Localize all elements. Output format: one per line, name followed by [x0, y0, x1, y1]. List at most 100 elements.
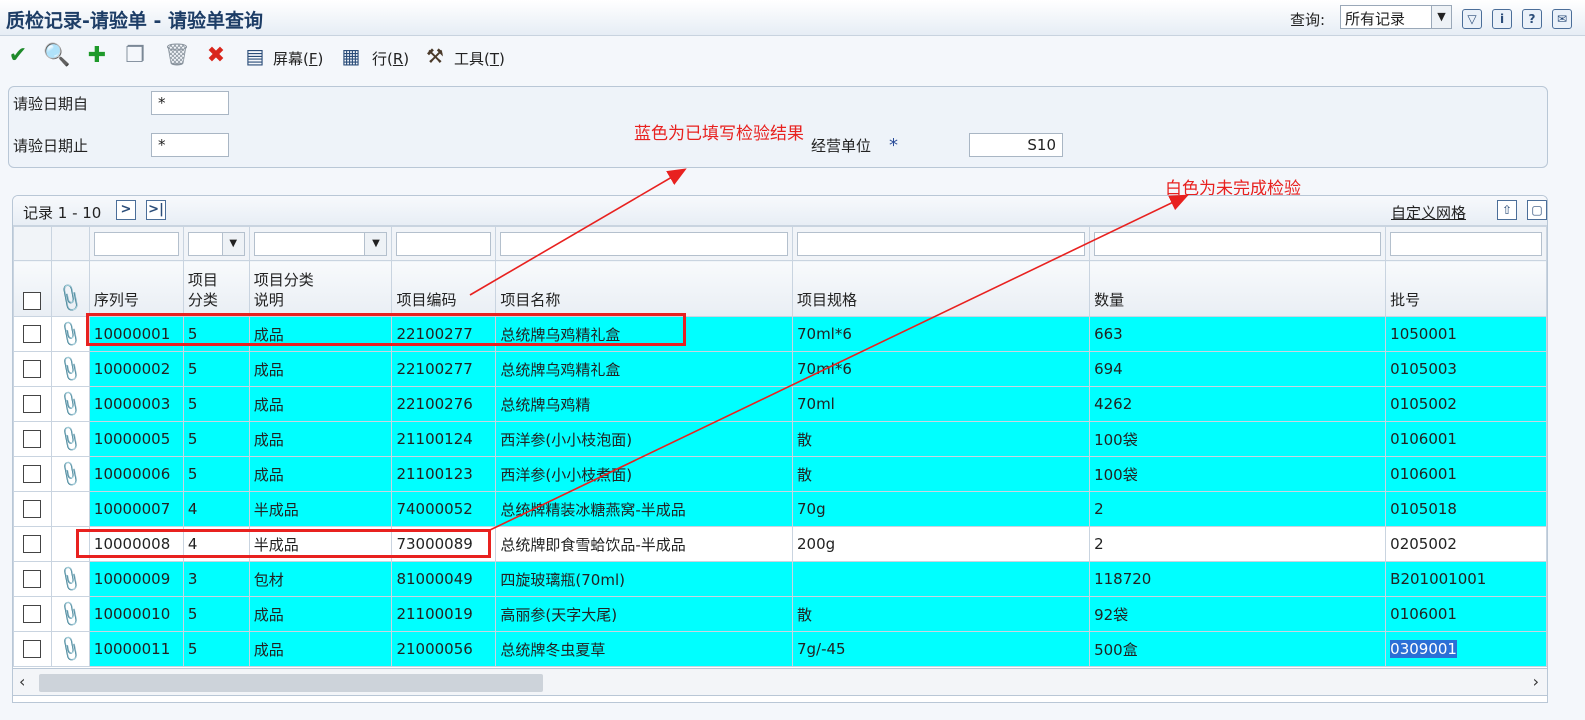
column-header-cat[interactable]: 项目 分类 — [182, 260, 250, 317]
paperclip-icon[interactable]: 📎 — [55, 599, 85, 628]
paperclip-icon[interactable]: 📎 — [55, 634, 85, 663]
table-row[interactable]: 📎 10000009 3 包材 81000049 四旋玻璃瓶(70ml) 118720 B20… — [13, 561, 1547, 597]
column-header-seq[interactable]: 序列号 — [88, 260, 184, 317]
cell-seq[interactable]: 10000005 — [88, 421, 184, 457]
cell-catdesc[interactable]: 成品 — [248, 596, 393, 632]
column-filter-batch[interactable] — [1390, 231, 1542, 256]
cell-code[interactable]: 21000056 — [391, 631, 497, 667]
paperclip-icon[interactable]: 📎 — [55, 564, 85, 593]
column-filter-qty[interactable] — [1094, 231, 1382, 256]
row-icon[interactable]: ▦ — [338, 43, 364, 69]
copy-icon[interactable]: ❐ — [122, 43, 148, 69]
cell-name[interactable]: 四旋玻璃瓶(70ml) — [495, 561, 793, 597]
extra-icon[interactable]: ✉ — [1552, 9, 1572, 29]
trash-icon[interactable]: 🗑 — [163, 43, 191, 69]
cell-spec[interactable]: 200g — [791, 526, 1091, 562]
cell-code[interactable]: 22100277 — [391, 316, 497, 352]
export-icon[interactable]: ⇧ — [1497, 200, 1517, 220]
next-page-icon[interactable]: > — [116, 200, 136, 220]
cell-batch[interactable]: 0106001 — [1385, 456, 1547, 492]
horizontal-scrollbar[interactable]: ‹ › — [12, 668, 1548, 696]
cell-batch[interactable]: 1050001 — [1385, 316, 1547, 352]
cell-qty[interactable]: 92袋 — [1089, 596, 1387, 632]
column-header-qty[interactable]: 数量 — [1089, 260, 1387, 317]
cell-code[interactable]: 21100123 — [391, 456, 497, 492]
cell-cat[interactable]: 5 — [182, 631, 250, 667]
cell-cat[interactable]: 4 — [182, 526, 250, 562]
cell-name[interactable]: 总统牌乌鸡精礼盒 — [495, 351, 793, 387]
column-header-code[interactable]: 项目编码 — [391, 260, 497, 317]
cell-code[interactable]: 21100124 — [391, 421, 497, 457]
paperclip-icon[interactable]: 📎 — [55, 424, 85, 453]
cell-batch[interactable]: 0106001 — [1385, 421, 1547, 457]
cell-qty[interactable]: 663 — [1089, 316, 1387, 352]
cell-cat[interactable]: 5 — [182, 456, 250, 492]
cell-code[interactable]: 22100277 — [391, 351, 497, 387]
chevron-down-icon[interactable]: ▼ — [1431, 6, 1451, 28]
cell-code[interactable]: 74000052 — [391, 491, 497, 527]
delete-icon[interactable]: ✖ — [202, 43, 230, 69]
paperclip-icon[interactable]: 📎 — [54, 281, 88, 314]
cell-cat[interactable]: 5 — [182, 386, 250, 422]
cell-spec[interactable]: 70ml*6 — [791, 351, 1091, 387]
last-page-icon[interactable]: >| — [146, 200, 166, 220]
cell-seq[interactable]: 10000011 — [88, 631, 184, 667]
cell-catdesc[interactable]: 成品 — [248, 316, 393, 352]
cell-cat[interactable]: 5 — [182, 596, 250, 632]
check-icon[interactable]: ✔ — [4, 43, 32, 69]
chevron-down-icon[interactable]: ▼ — [364, 232, 387, 255]
table-row[interactable]: 10000008 4 半成品 73000089 总统牌即食雪蛤饮品-半成品 200g 2 02… — [13, 526, 1547, 562]
column-filter-cat[interactable]: ▼ — [187, 231, 245, 256]
cell-seq[interactable]: 10000002 — [88, 351, 184, 387]
cell-seq[interactable]: 10000007 — [88, 491, 184, 527]
cell-catdesc[interactable]: 半成品 — [248, 526, 393, 562]
scroll-thumb[interactable] — [39, 674, 543, 692]
chevron-down-icon[interactable]: ▼ — [221, 232, 244, 255]
table-row[interactable]: 📎 10000003 5 成品 22100276 总统牌乌鸡精 70ml 4262 010500… — [13, 386, 1547, 422]
cell-name[interactable]: 高丽参(天字大尾) — [495, 596, 793, 632]
cell-spec[interactable]: 散 — [791, 456, 1091, 492]
row-checkbox[interactable] — [23, 605, 42, 624]
row-checkbox[interactable] — [23, 395, 42, 414]
screen-menu[interactable]: 屏幕(F) — [273, 48, 323, 69]
cell-catdesc[interactable]: 成品 — [248, 351, 393, 387]
cell-cat[interactable]: 5 — [182, 421, 250, 457]
scroll-left-icon[interactable]: ‹ — [19, 672, 25, 691]
column-filter-code[interactable] — [396, 231, 492, 256]
cell-spec[interactable]: 散 — [791, 421, 1091, 457]
table-row[interactable]: 📎 10000002 5 成品 22100277 总统牌乌鸡精礼盒 70ml*6 694 010… — [13, 351, 1547, 387]
date-from-input[interactable]: * — [151, 91, 229, 115]
cell-qty[interactable]: 100袋 — [1089, 421, 1387, 457]
cell-name[interactable]: 总统牌冬虫夏草 — [495, 631, 793, 667]
table-row[interactable]: 📎 10000005 5 成品 21100124 西洋参(小小枝泡面) 散 100袋 01060… — [13, 421, 1547, 457]
cell-spec[interactable]: 7g/-45 — [791, 631, 1091, 667]
row-checkbox[interactable] — [23, 360, 42, 379]
cell-spec[interactable]: 散 — [791, 596, 1091, 632]
maximize-icon[interactable]: ▢ — [1527, 200, 1547, 220]
cell-code[interactable]: 73000089 — [391, 526, 497, 562]
search-icon[interactable]: 🔍 — [42, 43, 72, 69]
cell-batch[interactable]: 0106001 — [1385, 596, 1547, 632]
cell-name[interactable]: 总统牌乌鸡精 — [495, 386, 793, 422]
column-filter-seq[interactable] — [93, 231, 179, 256]
filter-icon[interactable]: ▽ — [1462, 9, 1482, 29]
unit-input[interactable]: S10 — [969, 133, 1063, 157]
row-checkbox[interactable] — [23, 465, 42, 484]
row-menu[interactable]: 行(R) — [372, 48, 409, 69]
cell-name[interactable]: 西洋参(小小枝泡面) — [495, 421, 793, 457]
cell-seq[interactable]: 10000009 — [88, 561, 184, 597]
cell-code[interactable]: 22100276 — [391, 386, 497, 422]
cell-catdesc[interactable]: 包材 — [248, 561, 393, 597]
row-checkbox[interactable] — [23, 640, 42, 659]
add-icon[interactable]: ✚ — [84, 43, 110, 69]
cell-qty[interactable]: 4262 — [1089, 386, 1387, 422]
row-checkbox[interactable] — [23, 570, 42, 589]
custom-grid-link[interactable]: 自定义网格 — [1391, 202, 1466, 223]
cell-batch[interactable]: 0309001 — [1385, 631, 1547, 667]
scroll-right-icon[interactable]: › — [1533, 672, 1539, 691]
paperclip-icon[interactable]: 📎 — [55, 389, 85, 418]
cell-name[interactable]: 总统牌乌鸡精礼盒 — [495, 316, 793, 352]
cell-spec[interactable] — [791, 561, 1091, 597]
row-checkbox[interactable] — [23, 325, 42, 344]
paperclip-icon[interactable]: 📎 — [55, 319, 85, 348]
